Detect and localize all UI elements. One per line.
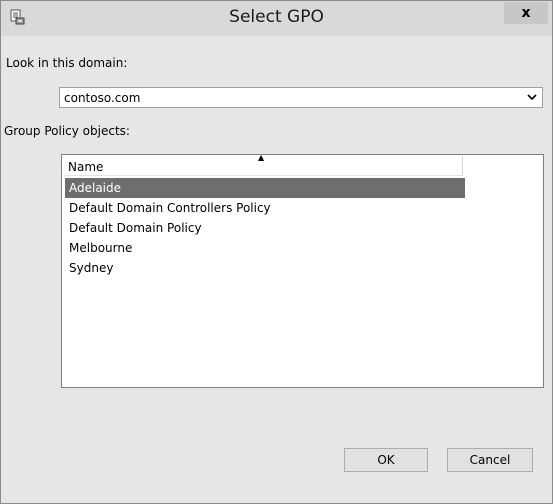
list-item[interactable]: Sydney bbox=[65, 258, 465, 278]
close-icon: x bbox=[521, 5, 531, 21]
select-gpo-dialog: Select GPO x Look in this domain: contos… bbox=[0, 0, 553, 504]
domain-label: Look in this domain: bbox=[6, 56, 128, 70]
domain-select[interactable]: contoso.com bbox=[59, 87, 543, 108]
gpo-listview[interactable]: ▲ Name Adelaide Default Domain Controlle… bbox=[61, 153, 544, 388]
list-item[interactable]: Melbourne bbox=[65, 238, 465, 258]
gpo-rows: Adelaide Default Domain Controllers Poli… bbox=[65, 178, 465, 278]
ok-button[interactable]: OK bbox=[344, 448, 428, 472]
column-header-name[interactable]: ▲ Name bbox=[63, 153, 463, 176]
cancel-button[interactable]: Cancel bbox=[447, 448, 533, 472]
domain-select-value: contoso.com bbox=[64, 91, 141, 105]
chevron-down-icon[interactable] bbox=[524, 89, 540, 106]
list-item[interactable]: Adelaide bbox=[65, 178, 465, 198]
close-button[interactable]: x bbox=[504, 2, 548, 24]
gpo-list-label: Group Policy objects: bbox=[4, 124, 130, 138]
list-item[interactable]: Default Domain Controllers Policy bbox=[65, 198, 465, 218]
column-header-label: Name bbox=[68, 160, 104, 174]
list-item[interactable]: Default Domain Policy bbox=[65, 218, 465, 238]
dialog-title: Select GPO bbox=[229, 7, 324, 27]
sort-ascending-icon: ▲ bbox=[258, 153, 265, 162]
title-bar[interactable]: Select GPO x bbox=[1, 1, 552, 36]
